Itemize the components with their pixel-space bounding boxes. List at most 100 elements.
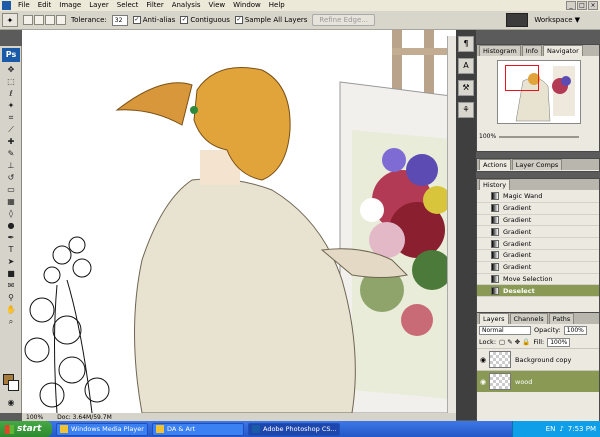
history-brush-icon[interactable]: ↺	[4, 172, 18, 183]
tab-paths[interactable]: Paths	[548, 313, 575, 324]
contiguous-checkbox[interactable]: ✓ Contiguous	[180, 16, 230, 24]
tab-info[interactable]: Info	[521, 45, 543, 56]
menu-filter[interactable]: Filter	[142, 0, 167, 11]
eraser-tool-icon[interactable]: ▭	[4, 184, 18, 195]
task-folder[interactable]: DA & Art	[152, 422, 244, 436]
layer-options: Normal Opacity: 100% Lock: ▢ ✎ ✥ 🔒 Fill:…	[477, 324, 599, 348]
zoom-level[interactable]: 100%	[26, 414, 43, 421]
menu-file[interactable]: File	[14, 0, 34, 11]
photoshop-logo-icon	[2, 1, 11, 10]
history-item[interactable]: Magic Wand	[477, 191, 599, 203]
clock[interactable]: 7:53 PM	[568, 425, 596, 433]
document-canvas[interactable]	[22, 30, 456, 413]
healing-tool-icon[interactable]: ✚	[4, 136, 18, 147]
restore-button[interactable]: □	[577, 1, 587, 10]
gradient-tool-icon[interactable]: ▦	[4, 196, 18, 207]
slice-tool-icon[interactable]: ⟋	[4, 124, 18, 135]
new-selection-icon[interactable]	[23, 15, 33, 25]
lasso-tool-icon[interactable]: ℓ	[4, 88, 18, 99]
history-item[interactable]: Gradient	[477, 250, 599, 262]
sample-all-layers-checkbox[interactable]: ✓ Sample All Layers	[234, 16, 307, 24]
lock-icons[interactable]: ▢ ✎ ✥ 🔒	[499, 338, 530, 346]
history-item[interactable]: Gradient	[477, 238, 599, 250]
layer-row-selected[interactable]: ◉ wood	[477, 370, 599, 392]
tab-channels[interactable]: Channels	[509, 313, 548, 324]
selection-modes	[23, 15, 66, 25]
subtract-selection-icon[interactable]	[45, 15, 55, 25]
marquee-tool-icon[interactable]: ⬚	[4, 76, 18, 87]
vertical-scrollbar[interactable]	[447, 36, 456, 413]
hand-tool-icon[interactable]: ✋	[4, 304, 18, 315]
eyedropper-tool-icon[interactable]: ⚲	[4, 292, 18, 303]
menu-edit[interactable]: Edit	[34, 0, 56, 11]
history-item[interactable]: Gradient	[477, 203, 599, 215]
zoom-tool-icon[interactable]: ⌕	[4, 316, 18, 327]
history-item[interactable]: Gradient	[477, 262, 599, 274]
anti-alias-checkbox[interactable]: ✓ Anti-alias	[132, 16, 175, 24]
workspace-button[interactable]: Workspace ▼	[534, 16, 580, 24]
history-item[interactable]: Gradient	[477, 226, 599, 239]
fill-input[interactable]: 100%	[547, 337, 571, 347]
history-item-label: Gradient	[503, 263, 532, 272]
brush-tool-icon[interactable]: ✎	[4, 148, 18, 159]
eye-icon[interactable]: ◉	[477, 356, 489, 364]
intersect-selection-icon[interactable]	[56, 15, 66, 25]
task-label: Adobe Photoshop CS...	[263, 425, 337, 433]
paragraph-icon[interactable]: ¶	[458, 36, 474, 52]
menu-window[interactable]: Window	[229, 0, 265, 11]
blur-tool-icon[interactable]: ◊	[4, 208, 18, 219]
move-tool-icon[interactable]: ✥	[4, 64, 18, 75]
stamp-tool-icon[interactable]: ⊥	[4, 160, 18, 171]
menu-analysis[interactable]: Analysis	[168, 0, 205, 11]
background-color-swatch[interactable]	[8, 380, 19, 391]
blend-mode-select[interactable]: Normal	[479, 325, 531, 335]
task-photoshop[interactable]: Adobe Photoshop CS...	[248, 422, 340, 436]
magic-wand-icon[interactable]: ✦	[2, 13, 18, 27]
actions-tabs: Actions Layer Comps	[477, 159, 599, 170]
dodge-tool-icon[interactable]: ●	[4, 220, 18, 231]
eye-icon[interactable]: ◉	[477, 378, 489, 386]
character-icon[interactable]: A	[458, 58, 474, 74]
start-button[interactable]: start	[0, 421, 52, 437]
history-item[interactable]: Gradient	[477, 215, 599, 227]
type-tool-icon[interactable]: T	[4, 244, 18, 255]
tab-layer-comps[interactable]: Layer Comps	[511, 159, 563, 170]
minimize-button[interactable]: _	[566, 1, 576, 10]
clone-source-icon[interactable]: ⚘	[458, 102, 474, 118]
add-selection-icon[interactable]	[34, 15, 44, 25]
opacity-input[interactable]: 100%	[563, 325, 587, 335]
quick-mask-icon[interactable]: ◉	[4, 397, 18, 408]
path-select-icon[interactable]: ➤	[4, 256, 18, 267]
photoshop-icon	[252, 425, 260, 433]
tab-actions[interactable]: Actions	[479, 159, 511, 170]
tab-navigator[interactable]: Navigator	[543, 45, 583, 56]
task-media-player[interactable]: Windows Media Player	[56, 422, 148, 436]
close-button[interactable]: ×	[588, 1, 598, 10]
history-item[interactable]: Move Selection	[477, 274, 599, 286]
navigator-zoom[interactable]: 100%	[479, 133, 496, 140]
history-item-selected[interactable]: Deselect	[477, 285, 599, 298]
tolerance-input[interactable]: 32	[111, 14, 128, 26]
language-indicator[interactable]: EN	[546, 425, 556, 433]
magic-wand-tool-icon[interactable]: ✦	[4, 100, 18, 111]
shape-tool-icon[interactable]: ■	[4, 268, 18, 279]
navigator-view-box[interactable]	[505, 65, 539, 91]
options-bar: ✦ Tolerance: 32 ✓ Anti-alias ✓ Contiguous …	[0, 11, 600, 30]
layer-row[interactable]: ◉ Background copy	[477, 348, 599, 370]
tab-history[interactable]: History	[479, 179, 511, 190]
menu-select[interactable]: Select	[113, 0, 143, 11]
menu-view[interactable]: View	[205, 0, 230, 11]
menu-image[interactable]: Image	[55, 0, 85, 11]
navigator-zoom-slider[interactable]	[499, 136, 579, 138]
brushes-palette-icon[interactable]	[506, 13, 529, 27]
refine-edge-button[interactable]: Refine Edge...	[312, 14, 375, 26]
menu-help[interactable]: Help	[265, 0, 289, 11]
tab-layers[interactable]: Layers	[479, 313, 509, 324]
tab-histogram[interactable]: Histogram	[479, 45, 521, 56]
menu-layer[interactable]: Layer	[85, 0, 113, 11]
speaker-icon[interactable]: ♪	[559, 425, 563, 433]
pen-tool-icon[interactable]: ✒	[4, 232, 18, 243]
tool-presets-icon[interactable]: ⚒	[458, 80, 474, 96]
crop-tool-icon[interactable]: ⌗	[4, 112, 18, 123]
notes-tool-icon[interactable]: ✉	[4, 280, 18, 291]
